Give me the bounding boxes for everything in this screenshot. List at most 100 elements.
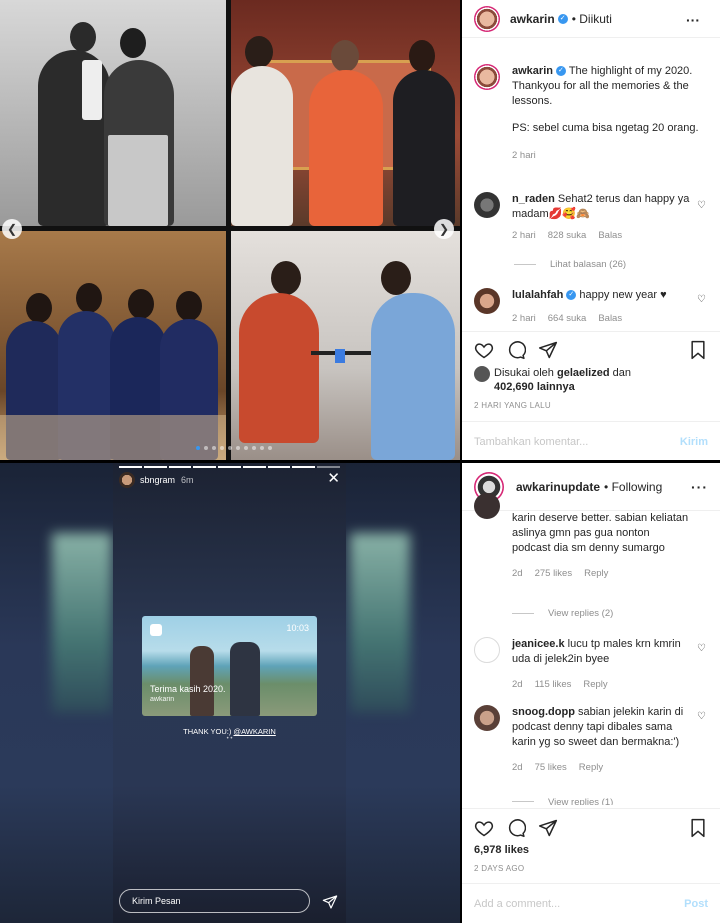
- post-username[interactable]: awkarinupdate: [516, 480, 600, 494]
- comment-text: happy new year ♥: [579, 289, 667, 301]
- photo-collage[interactable]: ❮ ❯: [0, 0, 460, 460]
- send-button[interactable]: Post: [684, 898, 708, 910]
- reply-button[interactable]: Reply: [583, 679, 607, 690]
- comment-item: karin deserve better. sabian keliatan as…: [462, 493, 720, 581]
- liked-by-user[interactable]: gelaelized: [557, 367, 610, 379]
- view-replies-label: View replies (2): [548, 608, 614, 619]
- story-thanks-sub: • •: [226, 736, 233, 742]
- comment-username[interactable]: jeanicee.k: [512, 638, 565, 650]
- caption-ps: PS: sebel cuma bisa ngetag 20 orang.: [512, 122, 699, 134]
- photo-group-three: [231, 0, 460, 226]
- comment-text: karin deserve better. sabian keliatan as…: [512, 512, 689, 554]
- photo-podcast: [231, 231, 460, 460]
- carousel-prev-button[interactable]: ❮: [2, 219, 22, 239]
- story-media-credit: awkarin: [150, 696, 175, 703]
- comment-icon[interactable]: [506, 340, 526, 360]
- more-options-icon[interactable]: ···: [686, 12, 700, 28]
- post-panel: awkarinupdate • Following ··· karin dese…: [462, 463, 720, 923]
- verified-icon: ✓: [557, 13, 568, 24]
- verified-icon: ✓: [555, 66, 566, 77]
- like-comment-icon[interactable]: ♡: [697, 292, 706, 307]
- story-username[interactable]: sbngram: [140, 475, 175, 485]
- comment-likes[interactable]: 828 suka: [548, 230, 587, 241]
- comment-likes[interactable]: 275 likes: [535, 568, 573, 579]
- comment-item: n_raden Sehat2 terus dan happy ya madam💋…: [462, 192, 720, 243]
- carousel-next-button[interactable]: ❯: [434, 219, 454, 239]
- comment-item: lulalahfah ✓ happy new year ♥ 2 hari 664 s…: [462, 288, 720, 326]
- liked-by-and: dan: [612, 367, 631, 379]
- close-icon[interactable]: ✕: [327, 469, 340, 487]
- avatar[interactable]: [474, 705, 500, 731]
- send-button[interactable]: Kirim: [680, 436, 708, 448]
- story-background-blur: [350, 533, 410, 713]
- verified-icon: ✓: [566, 290, 577, 301]
- avatar[interactable]: [474, 493, 500, 519]
- story-text: THANK YOU:) @AWKARIN • •: [113, 727, 346, 742]
- caption-time: 2 hari: [512, 150, 536, 161]
- liked-by-prefix: Disukai oleh: [494, 367, 554, 379]
- comment-time: 2d: [512, 762, 523, 773]
- photo-couple: [0, 0, 226, 226]
- comment-likes[interactable]: 115 likes: [535, 679, 572, 690]
- story-background-blur: [52, 533, 112, 713]
- send-icon[interactable]: [322, 894, 338, 910]
- avatar[interactable]: [474, 5, 500, 32]
- post-panel: awkarin ✓ • Diikuti awkarin ✓ The highlig…: [462, 0, 720, 460]
- story-card[interactable]: sbngram 6m ✕ 10:03 Terima kasih 2020. aw…: [113, 463, 346, 923]
- comment-time: 2d: [512, 568, 523, 579]
- comment-icon[interactable]: [506, 818, 526, 838]
- add-comment-input[interactable]: Add a comment...: [474, 898, 560, 910]
- carousel-indicator: [196, 446, 272, 450]
- message-input[interactable]: Kirim Pesan: [119, 889, 310, 913]
- photo-four-women: [0, 231, 226, 460]
- heart-icon[interactable]: [474, 818, 494, 838]
- comment-likes[interactable]: 664 suka: [548, 313, 587, 324]
- comment-username[interactable]: lulalahfah: [512, 289, 563, 301]
- view-replies-button[interactable]: Lihat balasan (26): [514, 259, 626, 270]
- avatar[interactable]: [474, 288, 500, 314]
- like-comment-icon[interactable]: ♡: [697, 709, 706, 724]
- avatar[interactable]: [474, 637, 500, 663]
- story-thanks: THANK YOU:): [183, 727, 234, 736]
- avatar: [474, 366, 490, 382]
- view-replies-button[interactable]: View replies (1): [512, 797, 613, 805]
- story-time: 6m: [181, 475, 194, 485]
- likes-count[interactable]: 402,690 lainnya: [494, 381, 575, 393]
- like-comment-icon[interactable]: ♡: [697, 198, 706, 213]
- share-icon[interactable]: [538, 818, 558, 838]
- heart-icon[interactable]: [474, 340, 494, 360]
- view-replies-button[interactable]: View replies (2): [512, 608, 613, 619]
- post-date: 2 HARI YANG LALU: [474, 401, 551, 410]
- caption: awkarin ✓ The highlight of my 2020. Thank…: [462, 64, 720, 163]
- liked-by: Disukai oleh gelaelized dan 402,690 lain…: [474, 366, 631, 394]
- reply-button[interactable]: Balas: [598, 313, 622, 324]
- reply-button[interactable]: Reply: [579, 762, 603, 773]
- likes-count[interactable]: 6,978 likes: [474, 843, 529, 857]
- follow-state[interactable]: • Following: [604, 480, 662, 494]
- avatar[interactable]: [474, 192, 500, 218]
- like-comment-icon[interactable]: ♡: [697, 641, 706, 656]
- comment-username[interactable]: snoog.dopp: [512, 706, 575, 718]
- comment-username[interactable]: n_raden: [512, 193, 555, 205]
- bookmark-icon[interactable]: [688, 340, 708, 360]
- avatar[interactable]: [119, 472, 135, 488]
- reply-button[interactable]: Reply: [584, 568, 608, 579]
- add-comment-bar: Tambahkan komentar... Kirim: [462, 421, 720, 460]
- comment-item: jeanicee.k lucu tp males krn kmrin uda d…: [462, 637, 720, 692]
- story-viewer: sbngram 6m ✕ 10:03 Terima kasih 2020. aw…: [0, 463, 460, 923]
- add-comment-input[interactable]: Tambahkan komentar...: [474, 436, 588, 448]
- post-username[interactable]: awkarin: [510, 12, 555, 26]
- share-icon[interactable]: [538, 340, 558, 360]
- avatar[interactable]: [474, 64, 500, 90]
- comment-likes[interactable]: 75 likes: [535, 762, 567, 773]
- story-mention[interactable]: @AWKARIN: [233, 727, 275, 736]
- bookmark-icon[interactable]: [688, 818, 708, 838]
- reply-button[interactable]: Balas: [598, 230, 622, 241]
- more-options-icon[interactable]: ···: [691, 479, 708, 495]
- view-replies-label: Lihat balasan (26): [550, 259, 627, 270]
- story-user[interactable]: sbngram 6m: [119, 472, 194, 488]
- story-progress: [119, 466, 341, 468]
- caption-username[interactable]: awkarin: [512, 65, 553, 77]
- follow-state[interactable]: • Diikuti: [572, 12, 612, 26]
- view-replies-label: View replies (1): [548, 797, 614, 805]
